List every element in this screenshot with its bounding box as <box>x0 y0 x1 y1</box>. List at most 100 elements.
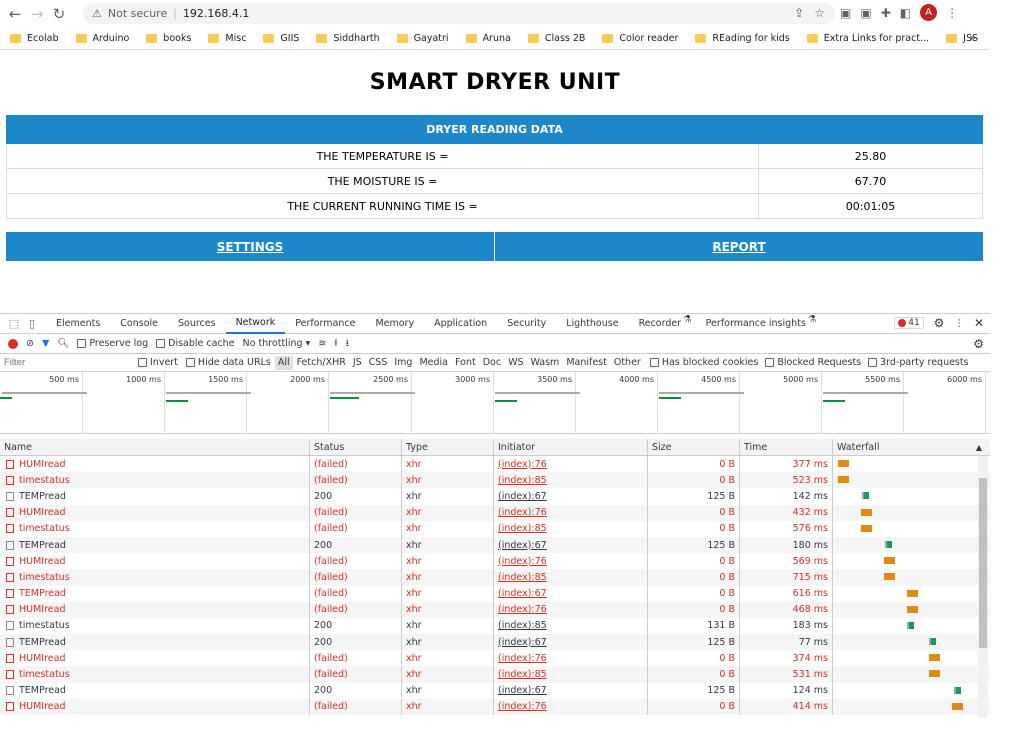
bookmarks-overflow-icon[interactable]: » <box>969 31 976 44</box>
request-name-cell[interactable]: TEMPread <box>0 488 310 505</box>
invert-checkbox[interactable]: Invert <box>138 357 178 368</box>
clear-icon[interactable]: ⊘ <box>26 338 34 349</box>
table-row[interactable]: TEMPread 200 xhr (index):67 125 B 142 ms <box>0 488 990 505</box>
filter-type-font[interactable]: Font <box>452 356 479 370</box>
initiator-link[interactable]: (index):67 <box>498 637 547 648</box>
table-row[interactable]: TEMPread (failed) xhr (index):67 0 B 616 ms <box>0 585 990 602</box>
table-row[interactable]: HUMIread (failed) xhr (index):76 0 B 432 ms <box>0 504 990 521</box>
initiator-link[interactable]: (index):67 <box>498 491 547 502</box>
inspect-element-icon[interactable]: ⬚ <box>6 317 22 331</box>
initiator-link[interactable]: (index):85 <box>498 475 547 486</box>
more-options-icon[interactable]: ⋮ <box>954 318 964 329</box>
network-overview-timeline[interactable]: 500 ms 1000 ms 1500 ms 2000 ms 2500 ms 3000 m… <box>0 372 990 434</box>
initiator-link[interactable]: (index):76 <box>498 701 547 712</box>
request-name-cell[interactable]: HUMIread <box>0 504 310 521</box>
close-devtools-icon[interactable]: ✕ <box>974 316 984 330</box>
forward-icon[interactable]: → <box>26 3 48 25</box>
bookmark-item[interactable]: GIIS <box>263 33 299 44</box>
tab-elements[interactable]: Elements <box>46 314 110 334</box>
table-row[interactable]: TEMPread 200 xhr (index):67 125 B 180 ms <box>0 536 990 554</box>
tab-lighthouse[interactable]: Lighthouse <box>556 314 628 334</box>
request-name-cell[interactable]: HUMIread <box>0 698 310 715</box>
bookmark-item[interactable]: Extra Links for pract... <box>806 33 929 44</box>
column-type[interactable]: Type <box>402 439 494 455</box>
request-name-cell[interactable]: HUMIread <box>0 553 310 570</box>
tab-performance-insights[interactable]: Performance insights <box>696 314 816 334</box>
column-initiator[interactable]: Initiator <box>494 439 648 455</box>
table-row[interactable]: HUMIread (failed) xhr (index):76 0 B 374 ms <box>0 650 990 667</box>
tab-network[interactable]: Network <box>225 314 286 334</box>
request-name-cell[interactable]: timestatus <box>0 472 310 489</box>
search-icon[interactable]: 🔍︎ <box>57 338 69 349</box>
record-icon[interactable] <box>8 338 18 349</box>
tab-recorder[interactable]: Recorder <box>629 314 692 334</box>
filter-type-ws[interactable]: WS <box>505 356 526 370</box>
request-name-cell[interactable]: HUMIread <box>0 456 310 473</box>
bookmark-item[interactable]: books <box>146 33 191 44</box>
extensions-puzzle-icon[interactable]: ✚ <box>881 6 891 20</box>
tab-performance[interactable]: Performance <box>285 314 365 334</box>
column-name[interactable]: Name <box>0 439 310 455</box>
column-time[interactable]: Time <box>740 439 833 455</box>
column-size[interactable]: Size <box>648 439 740 455</box>
bookmark-item[interactable]: Misc <box>208 33 246 44</box>
throttling-select[interactable]: No throttling ▾ <box>243 338 311 349</box>
initiator-link[interactable]: (index):85 <box>498 572 547 583</box>
request-name-cell[interactable]: timestatus <box>0 617 310 635</box>
share-icon[interactable]: ⇪ <box>794 6 804 20</box>
settings-gear-icon[interactable]: ⚙ <box>934 316 945 330</box>
table-row[interactable]: timestatus (failed) xhr (index):85 0 B 576 ms <box>0 520 990 537</box>
request-name-cell[interactable]: TEMPread <box>0 536 310 554</box>
scrollbar-thumb[interactable] <box>979 478 987 648</box>
error-count-badge[interactable]: 41 <box>894 317 924 329</box>
scrollbar[interactable] <box>978 456 988 718</box>
import-har-icon[interactable]: ⭱ <box>334 336 337 352</box>
more-menu-icon[interactable]: ⋮ <box>946 6 958 20</box>
bookmark-item[interactable]: Class 2B <box>527 33 585 44</box>
initiator-link[interactable]: (index):76 <box>498 604 547 615</box>
table-row[interactable]: HUMIread (failed) xhr (index):76 0 B 468 ms <box>0 601 990 618</box>
report-link[interactable]: REPORT <box>494 232 983 261</box>
export-har-icon[interactable]: ⭳ <box>346 336 349 352</box>
column-waterfall[interactable]: Waterfall ▲ <box>833 439 988 455</box>
bookmark-item[interactable]: Color reader <box>602 33 678 44</box>
filter-type-fetch-xhr[interactable]: Fetch/XHR <box>294 356 349 370</box>
disable-cache-checkbox[interactable]: Disable cache <box>156 338 235 349</box>
extension-icon[interactable]: ▣ <box>860 6 871 20</box>
tab-application[interactable]: Application <box>424 314 497 334</box>
network-conditions-icon[interactable]: ≋ <box>318 338 326 349</box>
initiator-link[interactable]: (index):85 <box>498 669 547 680</box>
table-row[interactable]: HUMIread (failed) xhr (index):76 0 B 377 ms <box>0 456 990 473</box>
security-label[interactable]: Not secure <box>108 7 167 20</box>
request-name-cell[interactable]: timestatus <box>0 520 310 537</box>
settings-link[interactable]: SETTINGS <box>6 232 494 261</box>
filter-type-doc[interactable]: Doc <box>480 356 504 370</box>
request-name-cell[interactable]: TEMPread <box>0 634 310 651</box>
initiator-link[interactable]: (index):85 <box>498 620 547 631</box>
filter-type-wasm[interactable]: Wasm <box>528 356 563 370</box>
reload-icon[interactable]: ↻ <box>48 3 70 25</box>
bookmark-item[interactable]: Gayatri <box>396 33 449 44</box>
bookmark-item[interactable]: Siddharth <box>316 33 380 44</box>
network-settings-icon[interactable]: ⚙ <box>973 337 984 351</box>
table-row[interactable]: TEMPread 200 xhr (index):67 125 B 77 ms <box>0 634 990 651</box>
filter-type-manifest[interactable]: Manifest <box>563 356 610 370</box>
filter-type-js[interactable]: JS <box>350 356 365 370</box>
address-bar[interactable]: ⚠ Not secure | 192.168.4.1 ⇪ ☆ <box>83 3 835 24</box>
filter-input[interactable] <box>0 354 128 371</box>
column-status[interactable]: Status <box>310 439 402 455</box>
tab-sources[interactable]: Sources <box>168 314 226 334</box>
table-row[interactable]: timestatus (failed) xhr (index):85 0 B 715 ms <box>0 569 990 586</box>
hide-data-urls-checkbox[interactable]: Hide data URLs <box>185 357 271 368</box>
initiator-link[interactable]: (index):76 <box>498 507 547 518</box>
bookmark-item[interactable]: Arduino <box>75 33 129 44</box>
device-toolbar-icon[interactable]: ▯ <box>24 317 40 331</box>
request-name-cell[interactable]: HUMIread <box>0 601 310 618</box>
blocked-cookies-checkbox[interactable]: Has blocked cookies <box>649 357 758 368</box>
bookmark-item[interactable]: Ecolab <box>10 33 59 44</box>
request-name-cell[interactable]: timestatus <box>0 666 310 683</box>
filter-type-media[interactable]: Media <box>416 356 451 370</box>
request-name-cell[interactable]: timestatus <box>0 569 310 586</box>
url-text[interactable]: 192.168.4.1 <box>183 7 249 20</box>
request-name-cell[interactable]: TEMPread <box>0 585 310 602</box>
